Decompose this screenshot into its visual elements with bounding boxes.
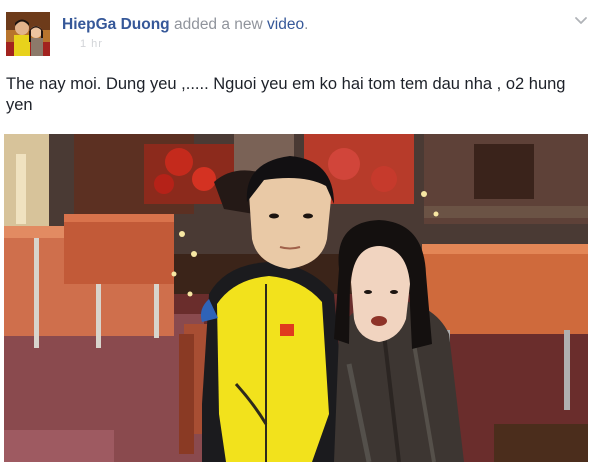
video-frame [4,134,588,462]
video-link[interactable]: video [267,16,304,33]
avatar-photo [6,12,50,56]
video-player[interactable] [4,134,588,462]
action-prefix: added a new [173,16,263,33]
post-header: HiepGa Duong added a new video. 1 hr [0,0,594,64]
action-suffix: . [304,16,309,33]
post-timestamp[interactable]: 1 hr [80,39,126,49]
author-name-link[interactable]: HiepGa Duong [62,16,170,33]
post-message: The nay moi. Dung yeu ,..... Nguoi yeu e… [6,75,566,114]
chevron-down-icon[interactable] [574,13,588,27]
chevron-down-glyph [575,17,587,24]
feed-post: HiepGa Duong added a new video. 1 hr The… [0,0,594,465]
post-headline: HiepGa Duong added a new video. [62,16,308,34]
author-avatar[interactable] [6,12,50,56]
